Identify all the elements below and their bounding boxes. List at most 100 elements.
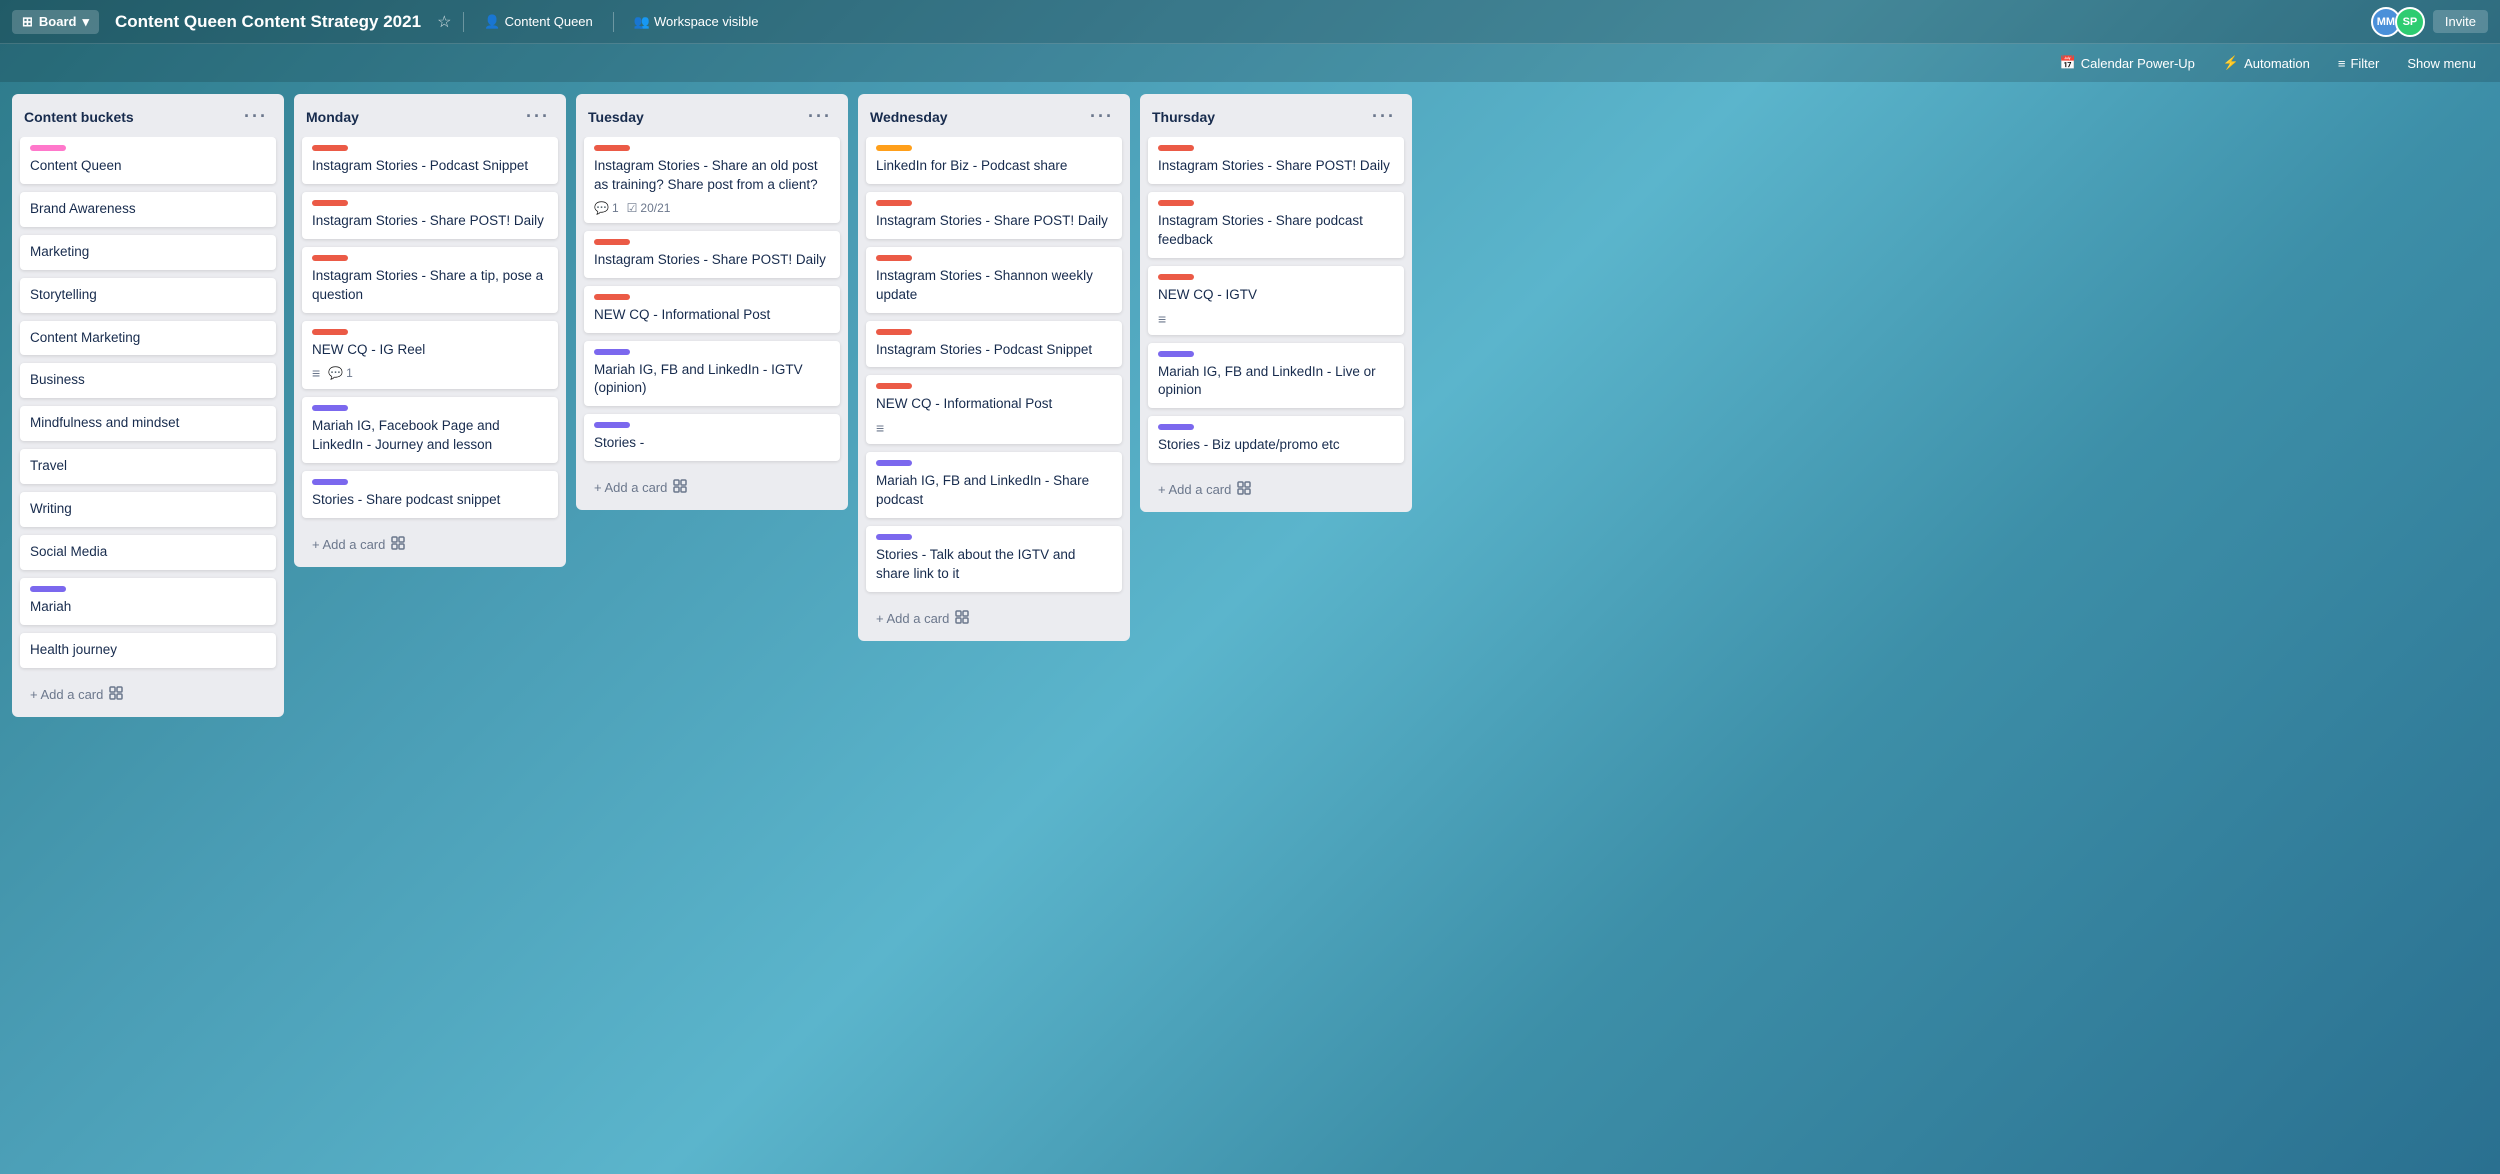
toolbar2: 📅 Calendar Power-Up ⚡ Automation ≡ Filte… bbox=[0, 44, 2500, 82]
card[interactable]: LinkedIn for Biz - Podcast share bbox=[866, 137, 1122, 184]
card-template-icon[interactable] bbox=[391, 536, 405, 553]
show-menu-button[interactable]: Show menu bbox=[2399, 52, 2484, 75]
card[interactable]: Instagram Stories - Share podcast feedba… bbox=[1148, 192, 1404, 258]
calendar-icon: 📅 bbox=[2060, 55, 2076, 71]
card[interactable]: Social Media bbox=[20, 535, 276, 570]
column-monday: Monday···Instagram Stories - Podcast Sni… bbox=[294, 94, 566, 567]
comment-icon: 💬 bbox=[594, 201, 609, 215]
column-menu-tuesday[interactable]: ··· bbox=[804, 104, 836, 129]
card[interactable]: Mariah bbox=[20, 578, 276, 625]
star-icon[interactable]: ☆ bbox=[437, 12, 451, 32]
card-title: Writing bbox=[30, 500, 266, 519]
card-label bbox=[876, 383, 912, 389]
automation-label: Automation bbox=[2244, 56, 2310, 71]
card[interactable]: Stories - Talk about the IGTV and share … bbox=[866, 526, 1122, 592]
checklist-icon: ☑ bbox=[627, 201, 638, 215]
card[interactable]: Brand Awareness bbox=[20, 192, 276, 227]
card[interactable]: Instagram Stories - Share POST! Daily bbox=[1148, 137, 1404, 184]
column-menu-thursday[interactable]: ··· bbox=[1368, 104, 1400, 129]
card[interactable]: Mariah IG, FB and LinkedIn - IGTV (opini… bbox=[584, 341, 840, 407]
divider2 bbox=[613, 12, 614, 32]
column-wednesday: Wednesday···LinkedIn for Biz - Podcast s… bbox=[858, 94, 1130, 641]
invite-button[interactable]: Invite bbox=[2433, 10, 2488, 33]
card-template-icon[interactable] bbox=[955, 610, 969, 627]
card-template-icon[interactable] bbox=[109, 686, 123, 703]
filter-icon: ≡ bbox=[2338, 56, 2346, 71]
add-card-button-wednesday[interactable]: + Add a card bbox=[866, 604, 1122, 633]
workspace-breadcrumb[interactable]: 👤 Content Queen bbox=[476, 12, 600, 32]
card-title: Stories - Share podcast snippet bbox=[312, 491, 548, 510]
add-card-button-monday[interactable]: + Add a card bbox=[302, 530, 558, 559]
card-title: Instagram Stories - Share an old post as… bbox=[594, 157, 830, 195]
card-label bbox=[1158, 274, 1194, 280]
card-title: Instagram Stories - Share POST! Daily bbox=[876, 212, 1112, 231]
workspace-label: Content Queen bbox=[505, 14, 593, 29]
card-title: Instagram Stories - Podcast Snippet bbox=[876, 341, 1112, 360]
card[interactable]: Instagram Stories - Shannon weekly updat… bbox=[866, 247, 1122, 313]
board-view-button[interactable]: ⊞ Board ▾ bbox=[12, 10, 99, 34]
card-title: Instagram Stories - Share a tip, pose a … bbox=[312, 267, 548, 305]
card[interactable]: Instagram Stories - Podcast Snippet bbox=[866, 321, 1122, 368]
card[interactable]: Stories - Biz update/promo etc bbox=[1148, 416, 1404, 463]
card[interactable]: Instagram Stories - Share POST! Daily bbox=[866, 192, 1122, 239]
card[interactable]: NEW CQ - Informational Post bbox=[584, 286, 840, 333]
card[interactable]: NEW CQ - IG Reel≡💬1 bbox=[302, 321, 558, 390]
card[interactable]: Instagram Stories - Share an old post as… bbox=[584, 137, 840, 223]
card-title: Instagram Stories - Share POST! Daily bbox=[594, 251, 830, 270]
topbar-left: ⊞ Board ▾ Content Queen Content Strategy… bbox=[12, 10, 2363, 34]
card-title: Business bbox=[30, 371, 266, 390]
card[interactable]: Health journey bbox=[20, 633, 276, 668]
card-title: NEW CQ - Informational Post bbox=[594, 306, 830, 325]
card[interactable]: Mariah IG, FB and LinkedIn - Live or opi… bbox=[1148, 343, 1404, 409]
card[interactable]: Instagram Stories - Share a tip, pose a … bbox=[302, 247, 558, 313]
card-title: Mariah IG, FB and LinkedIn - IGTV (opini… bbox=[594, 361, 830, 399]
card-label bbox=[594, 349, 630, 355]
card[interactable]: Travel bbox=[20, 449, 276, 484]
card-label bbox=[312, 479, 348, 485]
card-title: NEW CQ - Informational Post bbox=[876, 395, 1112, 414]
card[interactable]: Content Queen bbox=[20, 137, 276, 184]
card[interactable]: Mindfulness and mindset bbox=[20, 406, 276, 441]
card-template-icon[interactable] bbox=[1237, 481, 1251, 498]
card[interactable]: NEW CQ - IGTV≡ bbox=[1148, 266, 1404, 335]
card[interactable]: Stories - bbox=[584, 414, 840, 461]
card[interactable]: Writing bbox=[20, 492, 276, 527]
card[interactable]: Mariah IG, Facebook Page and LinkedIn - … bbox=[302, 397, 558, 463]
menu-label: Show menu bbox=[2407, 56, 2476, 71]
add-card-button-tuesday[interactable]: + Add a card bbox=[584, 473, 840, 502]
card[interactable]: NEW CQ - Informational Post≡ bbox=[866, 375, 1122, 444]
divider bbox=[463, 12, 464, 32]
card-title: Instagram Stories - Shannon weekly updat… bbox=[876, 267, 1112, 305]
card[interactable]: Stories - Share podcast snippet bbox=[302, 471, 558, 518]
card[interactable]: Business bbox=[20, 363, 276, 398]
cards-container-monday: Instagram Stories - Podcast Snippet Insta… bbox=[294, 137, 566, 526]
card-title: Brand Awareness bbox=[30, 200, 266, 219]
card-meta-desc: ≡ bbox=[312, 365, 320, 381]
column-menu-wednesday[interactable]: ··· bbox=[1086, 104, 1118, 129]
card[interactable]: Instagram Stories - Podcast Snippet bbox=[302, 137, 558, 184]
board-view-label: Board bbox=[39, 14, 77, 29]
visibility-item[interactable]: 👥 Workspace visible bbox=[626, 12, 767, 32]
card-meta-checklist: ☑20/21 bbox=[627, 201, 671, 215]
card-label bbox=[876, 200, 912, 206]
card-title: Travel bbox=[30, 457, 266, 476]
filter-button[interactable]: ≡ Filter bbox=[2330, 52, 2387, 75]
calendar-button[interactable]: 📅 Calendar Power-Up bbox=[2052, 51, 2203, 75]
column-menu-content-buckets[interactable]: ··· bbox=[240, 104, 272, 129]
card[interactable]: Instagram Stories - Share POST! Daily bbox=[302, 192, 558, 239]
card[interactable]: Instagram Stories - Share POST! Daily bbox=[584, 231, 840, 278]
description-icon: ≡ bbox=[312, 365, 320, 381]
card-label bbox=[30, 586, 66, 592]
automation-button[interactable]: ⚡ Automation bbox=[2215, 51, 2318, 75]
card-meta: 💬1☑20/21 bbox=[594, 201, 830, 215]
card[interactable]: Mariah IG, FB and LinkedIn - Share podca… bbox=[866, 452, 1122, 518]
card-template-icon[interactable] bbox=[673, 479, 687, 496]
card[interactable]: Storytelling bbox=[20, 278, 276, 313]
card-title: Instagram Stories - Share podcast feedba… bbox=[1158, 212, 1394, 250]
card[interactable]: Content Marketing bbox=[20, 321, 276, 356]
add-card-button-thursday[interactable]: + Add a card bbox=[1148, 475, 1404, 504]
column-menu-monday[interactable]: ··· bbox=[522, 104, 554, 129]
add-card-button-content-buckets[interactable]: + Add a card bbox=[20, 680, 276, 709]
card[interactable]: Marketing bbox=[20, 235, 276, 270]
column-title-tuesday: Tuesday bbox=[588, 109, 644, 125]
